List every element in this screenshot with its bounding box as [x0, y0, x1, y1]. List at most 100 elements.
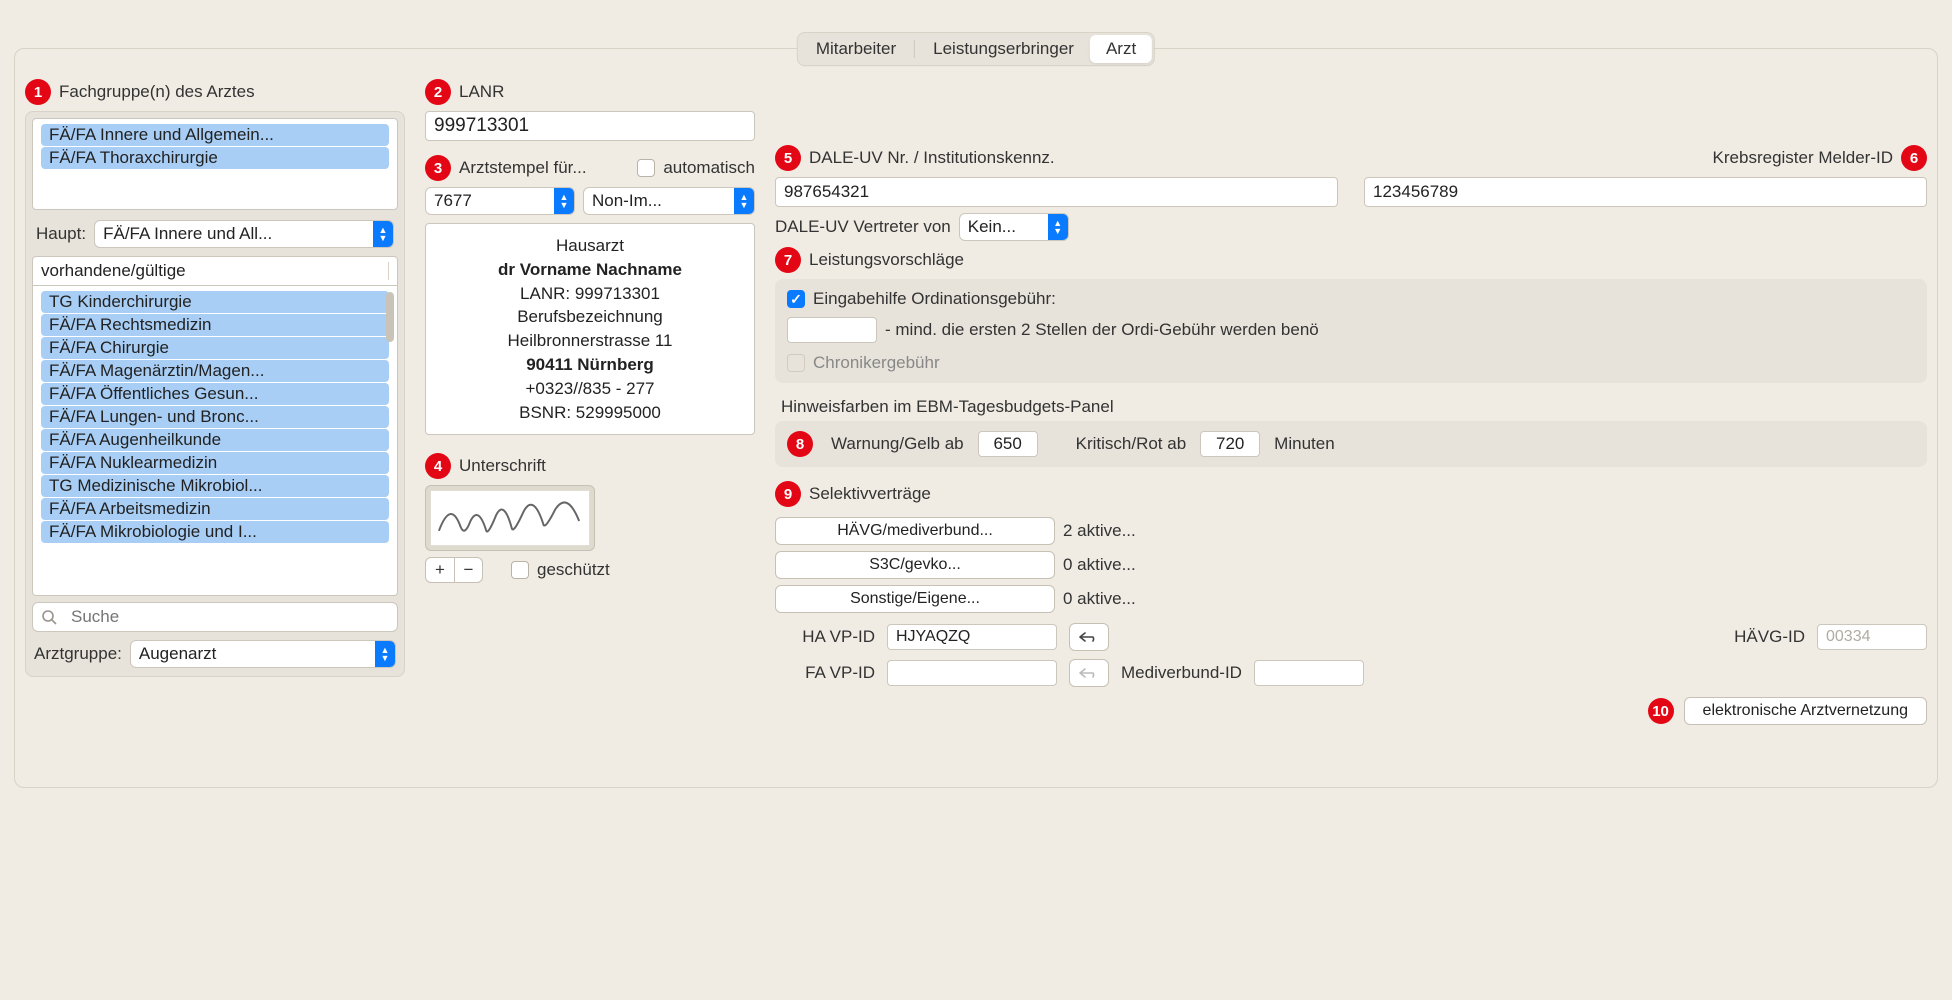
section-leistungsvorschlaege: 7 Leistungsvorschläge: [775, 247, 1927, 273]
badge-9: 9: [775, 481, 801, 507]
select-stepper-icon: [1048, 214, 1068, 240]
list-item[interactable]: TG Kinderchirurgie: [41, 291, 389, 313]
mediverbund-id-input[interactable]: [1254, 660, 1364, 686]
chronikergebuehr-checkbox: [787, 354, 805, 372]
arztgruppe-label: Arztgruppe:: [34, 644, 122, 664]
warnung-input[interactable]: [978, 431, 1038, 457]
ordinationsgebuehr-checkbox[interactable]: [787, 290, 805, 308]
krebsregister-label: Krebsregister Melder-ID: [1713, 148, 1893, 168]
signature-remove-button[interactable]: −: [454, 558, 482, 582]
stamp-line: Heilbronnerstrasse 11: [434, 329, 746, 353]
chronikergebuehr-label: Chronikergebühr: [813, 353, 940, 373]
hinweisfarben-label: Hinweisfarben im EBM-Tagesbudgets-Panel: [781, 397, 1927, 417]
fa-vpid-input[interactable]: [887, 660, 1057, 686]
dale-uv-label: DALE-UV Nr. / Institutionskennz.: [809, 148, 1055, 168]
list-item[interactable]: FÄ/FA Mikrobiologie und I...: [41, 521, 389, 543]
list-item[interactable]: TG Medizinische Mikrobiol...: [41, 475, 389, 497]
stamp-line: 90411 Nürnberg: [434, 353, 746, 377]
signature-add-remove: + −: [425, 557, 483, 583]
badge-7: 7: [775, 247, 801, 273]
tab-leistungserbringer[interactable]: Leistungserbringer: [917, 35, 1090, 63]
tab-mitarbeiter[interactable]: Mitarbeiter: [800, 35, 912, 63]
ordinationsgebuehr-input[interactable]: [787, 317, 877, 343]
select-stepper-icon: [375, 641, 395, 667]
stamp-font-value: Non-Im...: [584, 191, 734, 211]
list-item[interactable]: FÄ/FA Rechtsmedizin: [41, 314, 389, 336]
fachgruppen-search-input[interactable]: [63, 602, 389, 632]
krebsregister-input[interactable]: [1364, 177, 1927, 207]
badge-10: 10: [1648, 698, 1674, 724]
haupt-select[interactable]: FÄ/FA Innere und All...: [94, 220, 394, 248]
bsnr-stamp-select[interactable]: 7677: [425, 187, 575, 215]
haevg-mediverbund-status: 2 aktive...: [1063, 521, 1136, 541]
bsnr-stamp-value: 7677: [426, 191, 554, 211]
fachgruppen-search[interactable]: [32, 602, 398, 632]
stamp-line: LANR: 999713301: [434, 282, 746, 306]
search-icon: [41, 609, 57, 625]
stamp-preview: Hausarzt dr Vorname Nachname LANR: 99971…: [425, 223, 755, 435]
tab-arzt[interactable]: Arzt: [1090, 35, 1152, 63]
badge-3: 3: [425, 155, 451, 181]
haevg-id-label: HÄVG-ID: [1734, 627, 1805, 647]
scrollbar-thumb[interactable]: [386, 292, 394, 342]
list-item[interactable]: FÄ/FA Chirurgie: [41, 337, 389, 359]
haevg-id-field: [1817, 624, 1927, 650]
minuten-label: Minuten: [1274, 434, 1334, 454]
haupt-label: Haupt:: [36, 224, 86, 244]
section-arztstempel: 3 Arztstempel für... automatisch: [425, 155, 755, 181]
dale-vertreter-select[interactable]: Kein...: [959, 213, 1069, 241]
stamp-line: dr Vorname Nachname: [434, 258, 746, 282]
stamp-line: Hausarzt: [434, 234, 746, 258]
lanr-label: LANR: [459, 82, 504, 102]
list-item[interactable]: FÄ/FA Nuklearmedizin: [41, 452, 389, 474]
kritisch-input[interactable]: [1200, 431, 1260, 457]
leistungsvorschlaege-panel: Eingabehilfe Ordinationsgebühr: - mind. …: [775, 279, 1927, 383]
s3c-gevko-button[interactable]: S3C/gevko...: [775, 551, 1055, 579]
badge-2: 2: [425, 79, 451, 105]
signature-preview[interactable]: [425, 485, 595, 551]
top-tabs: Mitarbeiter Leistungserbringer Arzt: [797, 32, 1155, 66]
list-item[interactable]: FÄ/FA Öffentliches Gesun...: [41, 383, 389, 405]
stamp-line: BSNR: 529995000: [434, 401, 746, 425]
ha-vpid-reset-button[interactable]: [1069, 623, 1109, 651]
kritisch-label: Kritisch/Rot ab: [1076, 434, 1187, 454]
signature-add-button[interactable]: +: [426, 558, 454, 582]
ha-vpid-input[interactable]: [887, 624, 1057, 650]
haevg-mediverbund-button[interactable]: HÄVG/mediverbund...: [775, 517, 1055, 545]
mediverbund-id-label: Mediverbund-ID: [1121, 663, 1242, 683]
list-item[interactable]: FÄ/FA Innere und Allgemein...: [41, 124, 389, 146]
warnung-label: Warnung/Gelb ab: [831, 434, 964, 454]
list-item[interactable]: FÄ/FA Augenheilkunde: [41, 429, 389, 451]
lanr-input[interactable]: [425, 111, 755, 141]
list-item[interactable]: FÄ/FA Magenärztin/Magen...: [41, 360, 389, 382]
dale-vertreter-label: DALE-UV Vertreter von: [775, 217, 951, 237]
fa-vpid-label: FA VP-ID: [775, 663, 875, 683]
badge-4: 4: [425, 453, 451, 479]
fachgruppen-label: Fachgruppe(n) des Arztes: [59, 82, 255, 102]
stamp-font-select[interactable]: Non-Im...: [583, 187, 755, 215]
dale-uv-input[interactable]: [775, 177, 1338, 207]
list-item[interactable]: FÄ/FA Lungen- und Bronc...: [41, 406, 389, 428]
geschuetzt-checkbox[interactable]: [511, 561, 529, 579]
arztgruppe-select[interactable]: Augenarzt: [130, 640, 396, 668]
tab-separator: [914, 40, 915, 58]
elektronische-arztvernetzung-button[interactable]: elektronische Arztvernetzung: [1684, 697, 1927, 725]
undo-icon: [1078, 666, 1100, 680]
leistungsvorschlaege-label: Leistungsvorschläge: [809, 250, 964, 270]
select-stepper-icon: [734, 188, 754, 214]
selektivvertraege-label: Selektivverträge: [809, 484, 931, 504]
sonstige-eigene-button[interactable]: Sonstige/Eigene...: [775, 585, 1055, 613]
list-item[interactable]: FÄ/FA Arbeitsmedizin: [41, 498, 389, 520]
fachgruppen-filter[interactable]: vorhandene/gültige: [32, 256, 398, 286]
geschuetzt-label: geschützt: [537, 560, 610, 580]
ha-vpid-label: HA VP-ID: [775, 627, 875, 647]
list-item[interactable]: FÄ/FA Thoraxchirurgie: [41, 147, 389, 169]
section-fachgruppen: 1 Fachgruppe(n) des Arztes: [25, 79, 405, 105]
fa-vpid-reset-button[interactable]: [1069, 659, 1109, 687]
select-stepper-icon: [554, 188, 574, 214]
automatisch-checkbox[interactable]: [637, 159, 655, 177]
doctor-settings-panel: Mitarbeiter Leistungserbringer Arzt 1 Fa…: [14, 48, 1938, 788]
hinweisfarben-panel: 8 Warnung/Gelb ab Kritisch/Rot ab Minute…: [775, 421, 1927, 467]
available-fachgruppen-list[interactable]: TG Kinderchirurgie FÄ/FA Rechtsmedizin F…: [32, 286, 398, 596]
selected-fachgruppen-list[interactable]: FÄ/FA Innere und Allgemein... FÄ/FA Thor…: [32, 118, 398, 210]
